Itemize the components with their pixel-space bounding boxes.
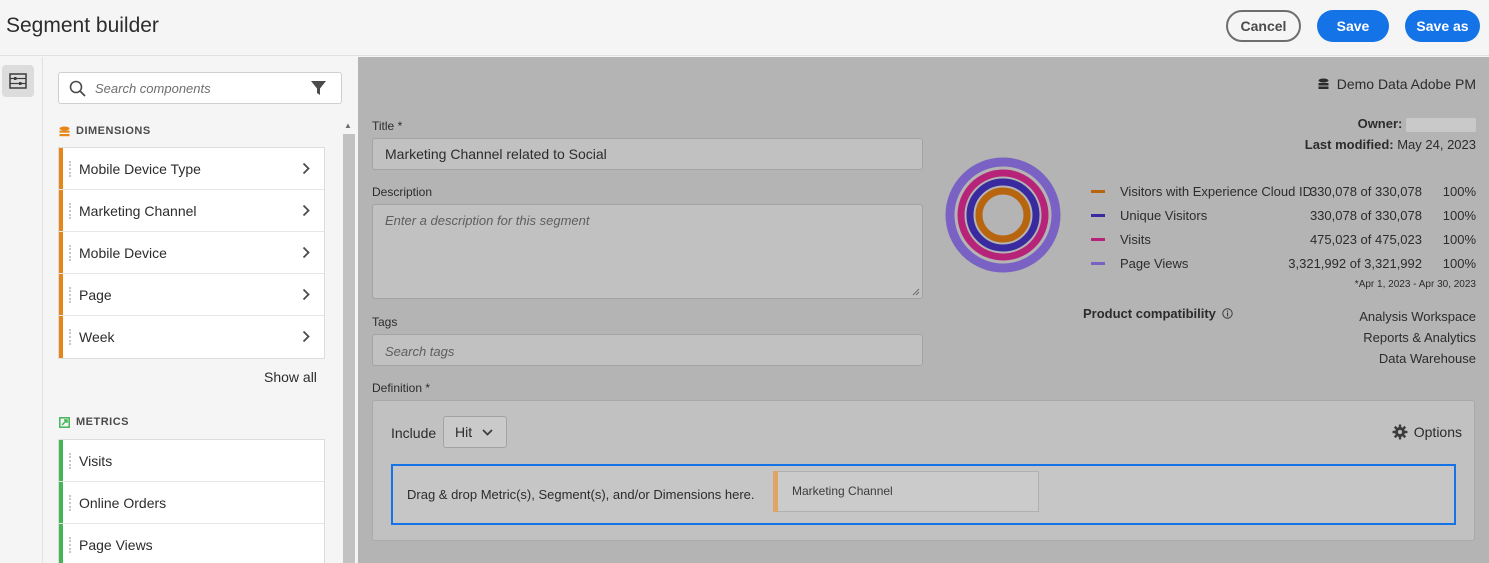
date-range: *Apr 1, 2023 - Apr 30, 2023 (1354, 279, 1476, 290)
panel-scrollbar-thumb[interactable] (343, 134, 355, 563)
drag-handle-icon[interactable] (69, 329, 71, 345)
product-compatibility-label: Product compatibility (1083, 306, 1233, 321)
tags-label: Tags (372, 315, 398, 329)
definition-drop-zone[interactable]: Drag & drop Metric(s), Segment(s), and/o… (391, 464, 1456, 525)
product-compatibility-list: Analysis Workspace Reports & Analytics D… (1359, 309, 1476, 366)
dimension-item[interactable]: Page (59, 274, 324, 316)
dimension-icon (59, 126, 70, 136)
drag-handle-icon[interactable] (69, 453, 71, 469)
gear-icon (1392, 424, 1408, 440)
legend-row: Unique Visitors 330,078 of 330,078 100% (1091, 206, 1476, 226)
dimensions-section-title: DIMENSIONS (59, 125, 151, 137)
segment-editor: Title * Marketing Channel related to Soc… (358, 57, 1489, 563)
info-icon[interactable] (1222, 308, 1233, 319)
scroll-up-icon[interactable]: ▲ (344, 121, 352, 130)
segment-summary-rings (945, 157, 1061, 273)
legend-swatch (1091, 214, 1105, 217)
left-rail (0, 57, 43, 563)
title-input[interactable]: Marketing Channel related to Social (372, 138, 923, 170)
last-modified: Last modified: May 24, 2023 (1304, 137, 1476, 152)
chevron-right-icon[interactable] (302, 330, 310, 343)
page-title: Segment builder (6, 14, 159, 37)
drag-handle-icon[interactable] (69, 287, 71, 303)
metrics-section-title: METRICS (59, 416, 129, 428)
components-panel-toggle[interactable] (2, 65, 34, 97)
metric-item[interactable]: Visits (59, 440, 324, 482)
components-panel-icon (9, 73, 27, 89)
owner: Owner: (1358, 116, 1476, 132)
dimension-item[interactable]: Mobile Device (59, 232, 324, 274)
components-panel: Search components DIMENSIONS Mobile Devi… (43, 57, 358, 563)
legend-swatch (1091, 238, 1105, 241)
metric-item[interactable]: Online Orders (59, 482, 324, 524)
ring-page-views (945, 157, 1061, 273)
legend-row: Page Views 3,321,992 of 3,321,992 100% (1091, 254, 1476, 274)
drag-handle-icon[interactable] (69, 245, 71, 261)
cancel-button[interactable]: Cancel (1226, 10, 1301, 42)
search-icon (69, 80, 86, 97)
database-icon (1318, 78, 1329, 89)
dimension-item[interactable]: Week (59, 316, 324, 358)
show-all-dimensions-link[interactable]: Show all (264, 369, 317, 385)
dimension-item[interactable]: Marketing Channel (59, 190, 324, 232)
scope-dropdown[interactable]: Hit (443, 416, 507, 448)
resize-handle-icon[interactable] (912, 288, 920, 296)
chevron-right-icon[interactable] (302, 204, 310, 217)
search-placeholder: Search components (95, 81, 211, 96)
filter-icon[interactable] (310, 80, 327, 97)
definition-label: Definition * (372, 381, 431, 395)
drag-handle-icon[interactable] (69, 161, 71, 177)
chevron-down-icon (482, 428, 493, 436)
description-label: Description (372, 185, 433, 199)
chevron-right-icon[interactable] (302, 162, 310, 175)
legend-row: Visits 475,023 of 475,023 100% (1091, 230, 1476, 250)
dragged-dimension-chip[interactable]: Marketing Channel (773, 471, 1039, 512)
legend-swatch (1091, 190, 1105, 193)
tags-input[interactable]: Search tags (372, 334, 923, 366)
legend-swatch (1091, 262, 1105, 265)
save-button[interactable]: Save (1317, 10, 1389, 42)
dimension-item[interactable]: Mobile Device Type (59, 148, 324, 190)
metric-item[interactable]: Page Views (59, 524, 324, 563)
chevron-right-icon[interactable] (302, 288, 310, 301)
drag-handle-icon[interactable] (69, 537, 71, 553)
title-label: Title * (372, 119, 403, 133)
metrics-list: Visits Online Orders Page Views (58, 439, 325, 563)
data-source: Demo Data Adobe PM (1318, 76, 1476, 92)
include-label: Include (391, 425, 437, 441)
header-bar: Segment builder Cancel Save Save as (0, 0, 1489, 56)
description-textarea[interactable]: Enter a description for this segment (372, 204, 923, 299)
ring-visits (957, 169, 1049, 261)
definition-container: Include Hit Options Drag & drop Metric(s… (372, 400, 1475, 541)
options-button[interactable]: Options (1392, 424, 1462, 440)
dimensions-list: Mobile Device Type Marketing Channel Mob… (58, 147, 325, 359)
chevron-right-icon[interactable] (302, 246, 310, 259)
save-as-button[interactable]: Save as (1405, 10, 1480, 42)
owner-name-redacted (1406, 117, 1476, 132)
ring-ecid-visitors (975, 187, 1031, 243)
legend-row: Visitors with Experience Cloud ID 330,07… (1091, 182, 1476, 202)
drag-handle-icon[interactable] (69, 203, 71, 219)
metric-icon (59, 416, 70, 428)
drag-handle-icon[interactable] (69, 495, 71, 511)
search-components-input[interactable]: Search components (58, 72, 342, 104)
